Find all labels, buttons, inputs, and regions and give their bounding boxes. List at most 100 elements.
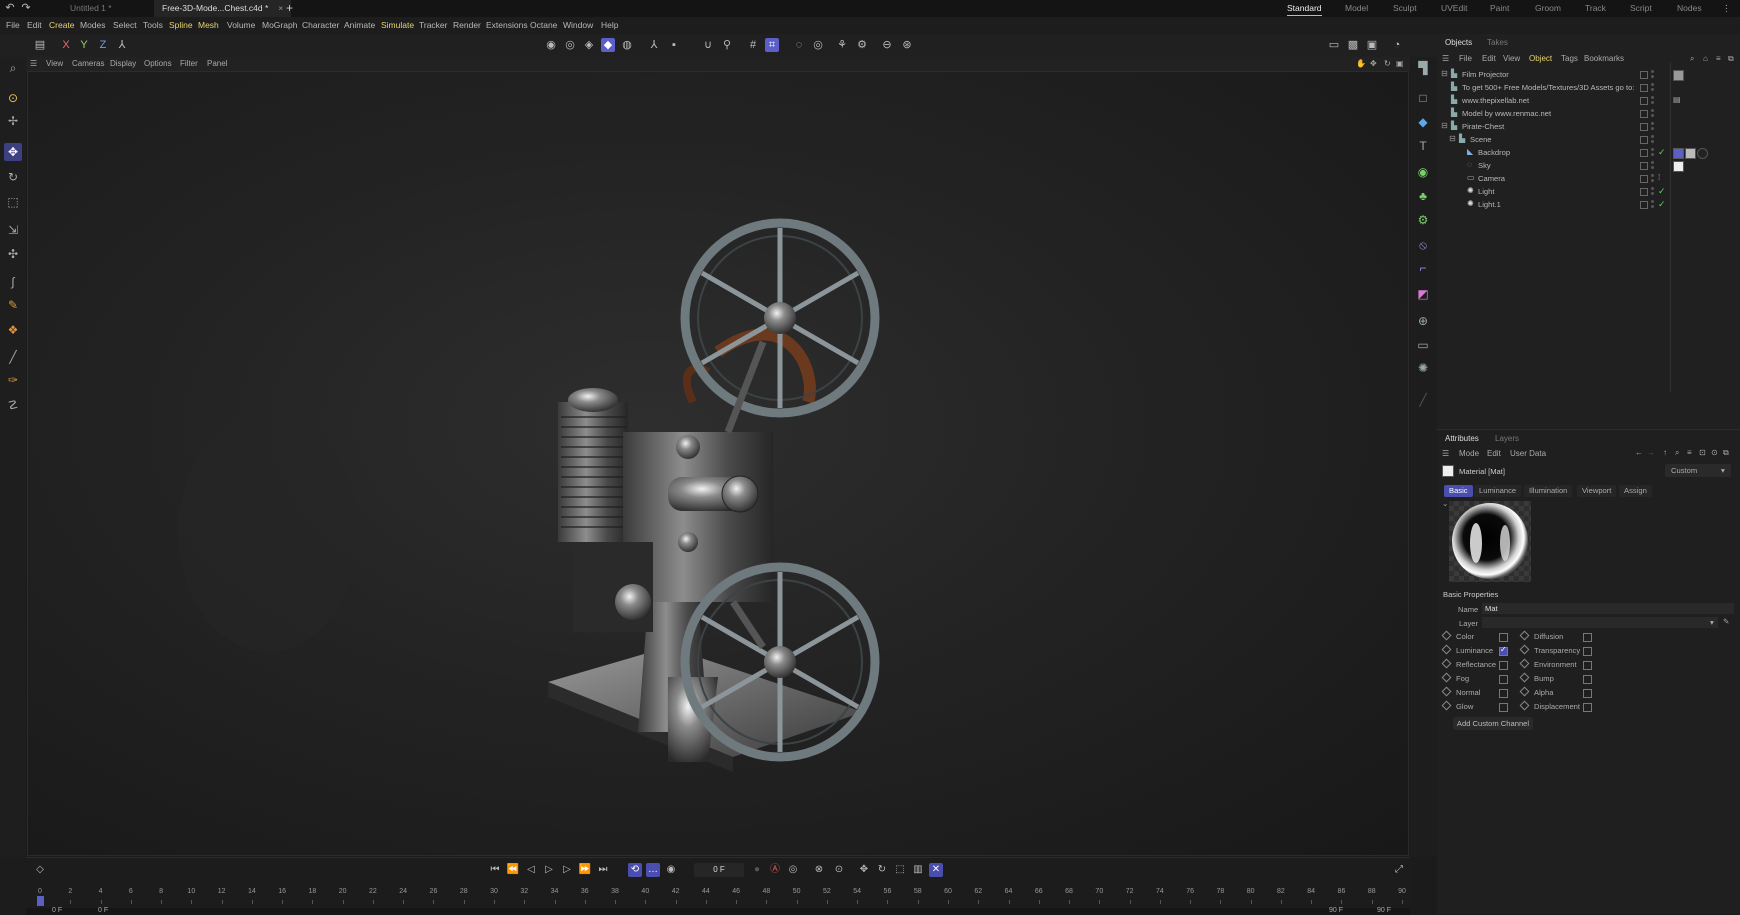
- scale-icon[interactable]: ⬚: [4, 193, 22, 211]
- deformer-icon[interactable]: ⦸: [1414, 236, 1432, 254]
- attributes-menu-user-data[interactable]: User Data: [1510, 449, 1546, 458]
- layout-standard[interactable]: Standard: [1287, 0, 1322, 17]
- field-icon[interactable]: ⌐: [1414, 259, 1432, 277]
- channel-glow-checkbox[interactable]: [1499, 703, 1508, 712]
- selection-icon[interactable]: ⊙: [4, 89, 22, 107]
- render-visibility-toggle[interactable]: [1651, 83, 1654, 92]
- workplane-tool-icon[interactable]: ✣: [4, 245, 22, 263]
- objects-search-icon[interactable]: ⌕: [1690, 54, 1694, 64]
- keyframe-diamond-icon[interactable]: [1441, 672, 1452, 683]
- objects-menu-object[interactable]: Object: [1529, 54, 1552, 63]
- render-visibility-toggle[interactable]: [1651, 148, 1654, 157]
- object-row-film-projector[interactable]: ⊟ ▙ Film Projector: [1437, 68, 1740, 81]
- channel-bump[interactable]: Bump: [1519, 672, 1554, 683]
- tab-assign[interactable]: Assign: [1619, 485, 1652, 497]
- viewport-menu-view[interactable]: View: [46, 57, 63, 71]
- objects-menu-bookmarks[interactable]: Bookmarks: [1584, 54, 1624, 63]
- locked-workplane-icon[interactable]: ◎: [811, 38, 825, 52]
- channel-normal[interactable]: Normal: [1441, 686, 1480, 697]
- channel-diffusion[interactable]: Diffusion: [1519, 630, 1563, 641]
- render-visibility-toggle[interactable]: [1651, 161, 1654, 170]
- render-visibility-toggle[interactable]: [1651, 96, 1654, 105]
- objects-menu-view[interactable]: View: [1503, 54, 1520, 63]
- next-frame-icon[interactable]: ▷: [560, 863, 574, 877]
- channel-glow[interactable]: Glow: [1441, 700, 1473, 711]
- collapse-chevron-icon[interactable]: ⌄: [1442, 499, 1448, 508]
- tab-attributes[interactable]: Attributes: [1445, 434, 1479, 443]
- autokey-icon[interactable]: Ⓐ: [768, 863, 782, 877]
- up-arrow-icon[interactable]: ↑: [1663, 448, 1667, 457]
- points-mode-icon[interactable]: ◉: [544, 38, 558, 52]
- previous-frame-icon[interactable]: ◁: [524, 863, 538, 877]
- viewport-rotate-icon[interactable]: ↻: [1384, 57, 1391, 71]
- knife-icon[interactable]: ✑: [4, 371, 22, 389]
- editor-visibility-toggle[interactable]: [1640, 136, 1648, 144]
- channel-reflectance[interactable]: Reflectance: [1441, 658, 1496, 669]
- text-icon[interactable]: T: [1414, 137, 1432, 155]
- protection-tag-icon[interactable]: ⁞: [1658, 174, 1666, 182]
- enabled-check-icon[interactable]: ✓: [1658, 185, 1666, 198]
- material-preview[interactable]: [1449, 501, 1531, 582]
- coordinate-system-icon[interactable]: ⅄: [115, 38, 129, 52]
- attributes-hamburger-icon[interactable]: ☰: [1442, 449, 1449, 458]
- range-start-right[interactable]: 0 F: [98, 907, 108, 914]
- menu-edit[interactable]: Edit: [27, 17, 42, 34]
- attributes-menu-edit[interactable]: Edit: [1487, 449, 1501, 458]
- channel-fog-checkbox[interactable]: [1499, 675, 1508, 684]
- undo-icon[interactable]: ↶: [3, 1, 17, 15]
- playhead[interactable]: [37, 896, 44, 906]
- cube-icon[interactable]: ◆: [1414, 113, 1432, 131]
- menu-volume[interactable]: Volume: [227, 17, 255, 34]
- lock-icon[interactable]: ⊡: [1699, 448, 1706, 457]
- paint-icon[interactable]: ☡: [4, 396, 22, 414]
- render-visibility-toggle[interactable]: [1651, 174, 1654, 183]
- texture-mode-icon[interactable]: ◍: [620, 38, 634, 52]
- viewport-menu-display[interactable]: Display: [110, 57, 136, 71]
- channel-fog[interactable]: Fog: [1441, 672, 1469, 683]
- z-axis-toggle[interactable]: Z: [96, 38, 110, 52]
- channel-displacement-checkbox[interactable]: [1583, 703, 1592, 712]
- tag-thumbnail[interactable]: [1673, 148, 1684, 159]
- channel-transparency[interactable]: Transparency: [1519, 644, 1580, 655]
- light-icon[interactable]: ✺: [1414, 359, 1432, 377]
- objects-column-divider[interactable]: [1670, 62, 1671, 392]
- preview-range-icon[interactable]: …: [646, 863, 660, 877]
- channel-reflectance-checkbox[interactable]: [1499, 661, 1508, 670]
- symmetry-icon[interactable]: ⚘: [835, 38, 849, 52]
- attributes-settings-icon[interactable]: ⊙: [1711, 448, 1718, 457]
- rotation-key-icon[interactable]: ↻: [875, 863, 889, 877]
- layout-icon[interactable]: ▜: [1414, 59, 1432, 77]
- render-picture-viewer-icon[interactable]: ▩: [1346, 38, 1360, 52]
- layout-model[interactable]: Model: [1345, 0, 1368, 17]
- editor-visibility-toggle[interactable]: [1640, 201, 1648, 209]
- keyframe-diamond-icon[interactable]: [1441, 686, 1452, 697]
- render-visibility-toggle[interactable]: [1651, 70, 1654, 79]
- spline-sketch-icon[interactable]: ✎: [4, 296, 22, 314]
- object-row-info-text[interactable]: ▙ To get 500+ Free Models/Textures/3D As…: [1437, 81, 1740, 94]
- transform-icon[interactable]: ⇲: [4, 221, 22, 239]
- menu-window[interactable]: Window: [563, 17, 593, 34]
- expand-icon[interactable]: ⊟: [1441, 70, 1449, 78]
- tab-luminance[interactable]: Luminance: [1474, 485, 1522, 497]
- cloud-render-icon[interactable]: ◔: [1390, 38, 1404, 52]
- keyframe-diamond-icon[interactable]: [1519, 686, 1530, 697]
- tab-layers[interactable]: Layers: [1495, 434, 1519, 443]
- enabled-check-icon[interactable]: ✓: [1658, 198, 1666, 211]
- viewport-maximize-icon[interactable]: ▣: [1396, 57, 1404, 71]
- go-to-start-icon[interactable]: ⏮: [488, 863, 502, 877]
- tag-thumbnail[interactable]: [1673, 161, 1684, 172]
- generator-icon[interactable]: ◉: [1414, 163, 1432, 181]
- render-settings-icon[interactable]: ▣: [1365, 38, 1379, 52]
- channel-color[interactable]: Color: [1441, 630, 1474, 641]
- object-mode-icon[interactable]: ◆: [601, 38, 615, 52]
- note-tag-icon[interactable]: ▤: [1673, 96, 1681, 104]
- render-visibility-toggle[interactable]: [1651, 109, 1654, 118]
- editor-visibility-toggle[interactable]: [1640, 149, 1648, 157]
- magnet-icon[interactable]: ∪: [701, 38, 715, 52]
- back-arrow-icon[interactable]: ←: [1635, 448, 1643, 457]
- expand-icon[interactable]: ⊟: [1449, 135, 1457, 143]
- move-icon[interactable]: ✥: [4, 143, 22, 161]
- editor-visibility-toggle[interactable]: [1640, 97, 1648, 105]
- render-visibility-toggle[interactable]: [1651, 187, 1654, 196]
- keyframe-diamond-icon[interactable]: [1441, 700, 1452, 711]
